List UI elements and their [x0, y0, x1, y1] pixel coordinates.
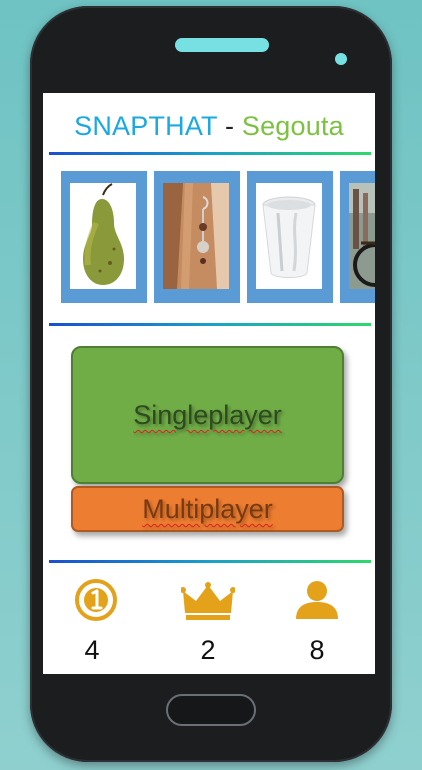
- players-count: 8: [309, 635, 325, 665]
- phone-camera-sensor: [335, 53, 347, 65]
- phone-home-button[interactable]: [166, 694, 256, 726]
- singleplayer-button[interactable]: Singleplayer: [71, 346, 344, 484]
- crown-count: 2: [200, 635, 216, 665]
- phone-speaker: [175, 38, 269, 52]
- multiplayer-button[interactable]: Multiplayer: [71, 486, 344, 532]
- middle-divider: [49, 323, 371, 326]
- app-name: SNAPTHAT: [74, 111, 218, 141]
- gallery-item-pear[interactable]: [61, 171, 147, 303]
- crown-icon[interactable]: [181, 581, 235, 621]
- cup-image: [256, 183, 322, 289]
- gallery-item-earring[interactable]: [154, 171, 240, 303]
- pear-image: [70, 183, 136, 289]
- bottom-divider: [49, 560, 371, 563]
- top-divider: [49, 152, 371, 155]
- image-gallery: [61, 171, 375, 305]
- bicycle-image: [349, 183, 375, 289]
- first-place-medal-icon[interactable]: [74, 578, 118, 622]
- gallery-item-cup[interactable]: [247, 171, 333, 303]
- first-place-count: 4: [84, 635, 100, 665]
- app-subtitle: Segouta: [241, 111, 344, 141]
- title-separator: -: [224, 111, 235, 141]
- app-title: SNAPTHAT - Segouta: [43, 111, 375, 142]
- user-icon[interactable]: [294, 579, 340, 619]
- gallery-item-bicycle[interactable]: [340, 171, 375, 303]
- app-screen: SNAPTHAT - Segouta Singleplayer Multipla…: [43, 93, 375, 674]
- earring-image: [163, 183, 229, 289]
